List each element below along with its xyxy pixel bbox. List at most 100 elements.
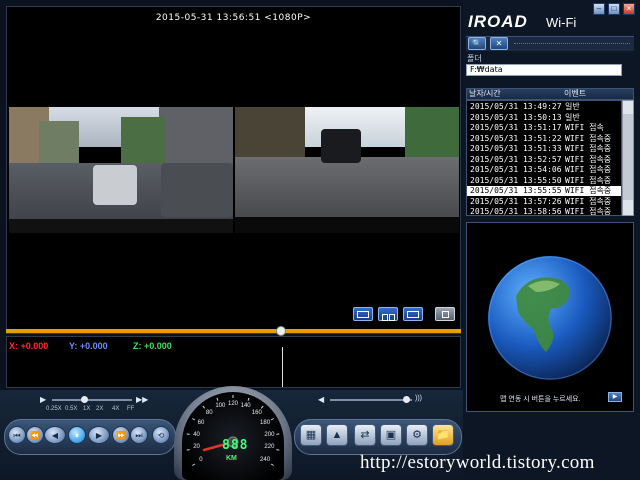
row-event: WIFI 접속 — [565, 123, 604, 132]
gsensor-z-value: +0.000 — [144, 341, 172, 351]
speedometer-tick-label: 40 — [193, 431, 200, 438]
tools-icon[interactable]: ✕ — [490, 37, 508, 50]
speedometer-tick — [270, 418, 274, 421]
playback-speed-slider[interactable] — [52, 399, 132, 401]
file-list-row[interactable]: 2015/05/31 13:52:57 WIFI 접속중 — [467, 155, 621, 165]
map-sync-button[interactable]: ▶ — [608, 392, 622, 402]
timeline-knob[interactable] — [276, 326, 286, 336]
speed-label-2: 2X — [96, 406, 104, 412]
row-datetime: 2015/05/31 13:51:17 — [470, 123, 562, 132]
row-datetime: 2015/05/31 13:52:57 — [470, 154, 562, 164]
volume-icon: ◀ — [318, 395, 325, 404]
file-list-row[interactable]: 2015/05/31 13:57:26 WIFI 접속중 — [467, 197, 621, 207]
watermark-url: http://estoryworld.tistory.com — [360, 452, 595, 473]
pause-button[interactable]: ⏸ — [68, 426, 86, 444]
close-button[interactable]: × — [623, 3, 635, 15]
file-list-scroll-thumb[interactable] — [623, 114, 633, 200]
save-icon[interactable]: ▣ — [380, 424, 402, 446]
gsensor-z-label: Z: — [133, 341, 142, 351]
speed-label-4: 4X — [112, 406, 120, 412]
speedometer-tick-label: 120 — [227, 401, 238, 407]
gsensor-y: Y: +0.000 — [69, 341, 108, 351]
speedometer-tick-label: 0 — [199, 456, 203, 463]
folder-label: 폴더 — [467, 54, 482, 63]
minimize-button[interactable]: – — [593, 3, 605, 15]
skip-start-button[interactable]: ⏮ — [8, 426, 26, 444]
file-list-row[interactable]: 2015/05/31 13:54:06 WIFI 접속중 — [467, 165, 621, 175]
speedometer-tick — [192, 463, 196, 466]
cone-icon[interactable]: ▲ — [326, 424, 348, 446]
column-datetime[interactable]: 날자/시간 — [469, 88, 501, 99]
rear-camera-view[interactable] — [9, 107, 233, 233]
gsensor-y-value: +0.000 — [79, 341, 108, 351]
view-single-button[interactable] — [353, 307, 373, 321]
speedometer-tick — [216, 397, 219, 401]
app-logo-suffix: Wi-Fi — [546, 15, 577, 30]
view-toggle-button[interactable] — [435, 307, 455, 321]
row-datetime: 2015/05/31 13:55:55 — [470, 186, 562, 195]
volume-knob[interactable] — [403, 396, 410, 403]
row-event: WIFI 접속중 — [565, 175, 612, 185]
gsensor-graph: X: +0.000 Y: +0.000 Z: +0.000 — [6, 336, 461, 388]
row-event: WIFI 접속중 — [565, 186, 612, 195]
film-icon[interactable]: ▦ — [300, 424, 322, 446]
speedometer-tick-label: 80 — [205, 409, 213, 416]
speedometer-tick — [186, 449, 190, 451]
file-list-row[interactable]: 2015/05/31 13:55:55 WIFI 접속중 — [467, 186, 621, 196]
file-list-row[interactable]: 2015/05/31 13:49:27 일반 — [467, 102, 621, 112]
transfer-icon[interactable]: ⇄ — [354, 424, 376, 446]
skip-end-button[interactable]: ⏭ — [130, 426, 148, 444]
step-back-button[interactable]: ◀ — [44, 426, 66, 444]
row-event: WIFI 접속중 — [565, 196, 612, 206]
front-camera-view[interactable] — [235, 107, 459, 233]
maximize-button[interactable]: □ — [608, 3, 620, 15]
gsensor-x: X: +0.000 — [9, 341, 48, 351]
repeat-button[interactable]: ⟲ — [152, 426, 170, 444]
speedometer-tick — [260, 405, 264, 409]
gsensor-position-marker — [282, 347, 283, 387]
file-list-row[interactable]: 2015/05/31 13:50:13 일반 — [467, 113, 621, 123]
speedometer-tick — [270, 463, 274, 466]
file-list-row[interactable]: 2015/05/31 13:51:17 WIFI 접속 — [467, 123, 621, 133]
row-event: WIFI 접속중 — [565, 133, 612, 143]
row-datetime: 2015/05/31 13:51:33 — [470, 144, 562, 153]
video-frame[interactable]: 2015-05-31 13:56:51 <1080P> — [6, 6, 461, 334]
file-list-row[interactable]: 2015/05/31 13:58:56 WIFI 접속중 — [467, 207, 621, 215]
gsensor-z: Z: +0.000 — [133, 341, 172, 351]
gear-icon[interactable]: ⚙ — [406, 424, 428, 446]
folder-path-field[interactable]: F:₩data — [466, 64, 622, 76]
column-event[interactable]: 이벤트 — [564, 88, 586, 99]
file-list-row[interactable]: 2015/05/31 13:51:22 WIFI 접속중 — [467, 134, 621, 144]
file-list-row[interactable]: 2015/05/31 13:51:33 WIFI 접속중 — [467, 144, 621, 154]
speedometer-tick — [276, 433, 280, 435]
speed-label-1: 1X — [83, 406, 91, 412]
file-list-row[interactable]: 2015/05/31 13:55:50 WIFI 접속중 — [467, 176, 621, 186]
file-list[interactable]: 2015/05/31 13:49:27 일반 2015/05/31 13:50:13… — [466, 100, 622, 216]
fast-forward-icon: ▶▶ — [136, 395, 149, 404]
playback-speed-knob[interactable] — [81, 396, 88, 403]
play-button[interactable]: ▶ — [88, 426, 110, 444]
speedometer-tick-label: 200 — [264, 431, 275, 438]
row-event: WIFI 접속중 — [565, 165, 612, 174]
row-event: 일반 — [565, 102, 580, 111]
speed-label-ff: FF — [127, 406, 135, 412]
timeline-bar[interactable] — [6, 329, 461, 333]
view-pip-button[interactable] — [403, 307, 423, 321]
row-event: WIFI 접속중 — [565, 144, 612, 153]
speedometer-face: 0 20 40 60 80 100 120 140 160 180 200 220 240 — [182, 392, 284, 480]
globe-image — [488, 256, 612, 380]
view-dual-button[interactable] — [378, 307, 398, 321]
speed-readout: 888 — [222, 438, 249, 453]
row-datetime: 2015/05/31 13:50:13 — [470, 112, 562, 122]
speed-label-05: 0.5X — [65, 406, 78, 412]
fast-forward-button[interactable]: ⏩ — [112, 426, 130, 444]
speedometer-tick-label: 100 — [215, 403, 226, 410]
video-timestamp: 2015-05-31 13:56:51 <1080P> — [155, 13, 312, 23]
gsensor-x-value: +0.000 — [20, 341, 49, 351]
search-icon[interactable]: 🔍 — [468, 37, 486, 50]
volume-slider[interactable] — [330, 399, 412, 401]
volume-wave-icon: ))) — [415, 395, 422, 402]
folder-icon[interactable]: 📁 — [432, 424, 454, 446]
rewind-button[interactable]: ⏪ — [26, 426, 44, 444]
speedometer-tick — [276, 449, 280, 451]
